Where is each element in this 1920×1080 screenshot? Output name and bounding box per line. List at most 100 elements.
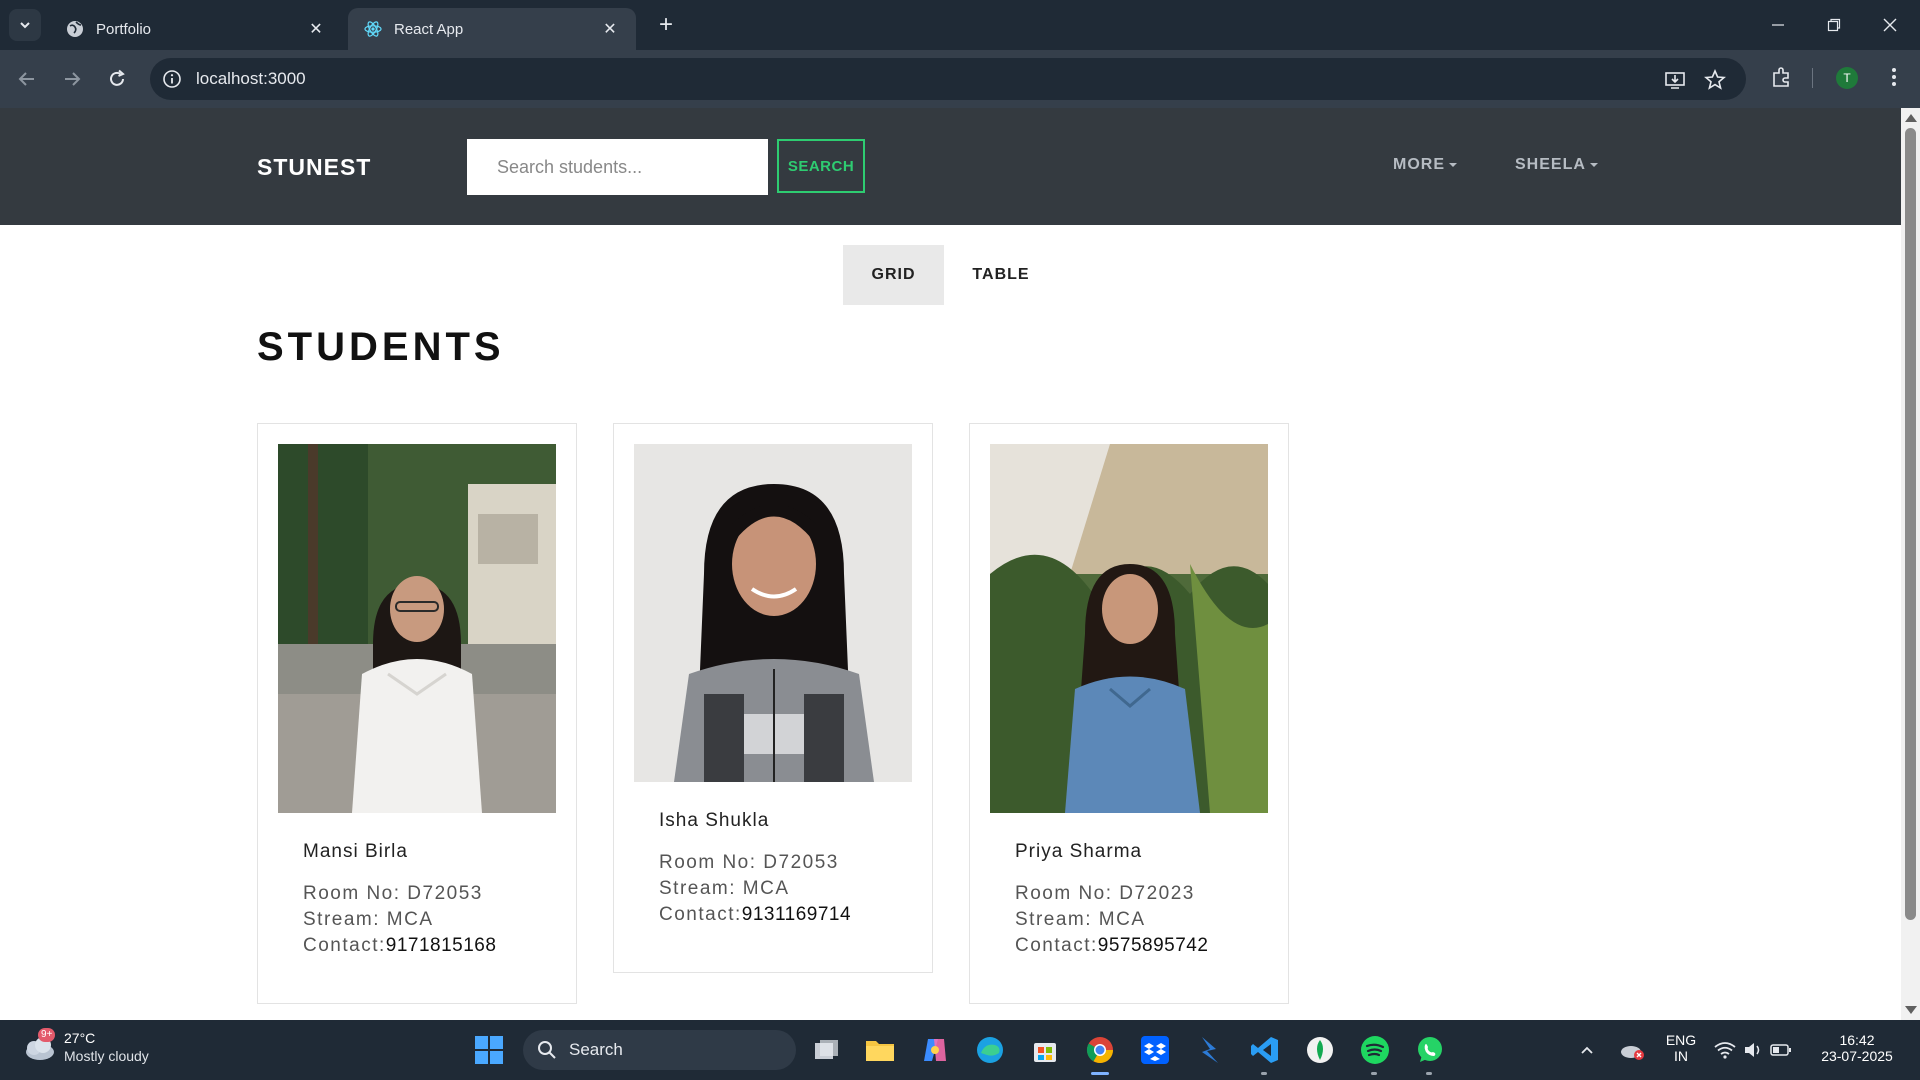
vscode-app[interactable] — [1249, 1034, 1281, 1066]
brand-logo[interactable]: STUNEST — [257, 154, 371, 181]
vscode-icon — [1251, 1037, 1278, 1063]
dropbox-app[interactable] — [1139, 1034, 1171, 1066]
student-contact: Contact:9131169714 — [659, 904, 851, 926]
contact-number: 9171815168 — [385, 935, 497, 956]
reload-icon — [110, 69, 125, 86]
bookmark-star-icon[interactable] — [1704, 69, 1726, 91]
toolbar-divider — [1812, 68, 1813, 88]
student-room: Room No: D72053 — [303, 883, 483, 904]
start-button[interactable] — [473, 1034, 505, 1066]
cloud-error-icon — [1621, 1046, 1644, 1060]
page-title: STUDENTS — [257, 325, 505, 369]
search-input[interactable] — [467, 139, 768, 195]
scroll-up-arrow[interactable] — [1905, 114, 1917, 122]
taskbar-search[interactable]: Search — [523, 1030, 796, 1070]
close-icon[interactable]: ✕ — [600, 19, 620, 39]
task-view-icon — [815, 1040, 838, 1059]
student-photo — [278, 444, 556, 813]
student-room: Room No: D72053 — [659, 852, 839, 873]
clock-time: 16:42 — [1839, 1032, 1875, 1048]
close-window-button[interactable] — [1870, 10, 1910, 40]
forward-button[interactable] — [57, 64, 87, 94]
student-name: Isha Shukla — [659, 810, 770, 831]
show-hidden-icons-button[interactable] — [1575, 1034, 1599, 1066]
student-card[interactable]: Mansi Birla Room No: D72053 Stream: MCA … — [257, 423, 577, 1004]
language-indicator[interactable]: ENG IN — [1660, 1032, 1702, 1064]
leaf-icon — [1307, 1037, 1333, 1063]
url-text[interactable]: localhost:3000 — [196, 69, 306, 89]
temperature: 27°C — [64, 1030, 96, 1046]
student-photo — [634, 444, 912, 782]
tab-search-button[interactable] — [9, 9, 41, 41]
copilot-app[interactable] — [919, 1034, 951, 1066]
grid-view-button[interactable]: GRID — [843, 245, 944, 305]
copilot-icon — [924, 1039, 946, 1061]
page-viewport: STUNEST SEARCH MORE SHEELA GRID TABLE ST… — [0, 108, 1901, 1020]
store-app[interactable] — [1029, 1034, 1061, 1066]
whatsapp-running-indicator — [1426, 1072, 1432, 1075]
chrome-active-indicator — [1091, 1072, 1109, 1075]
caret-down-icon — [1449, 163, 1457, 167]
taskbar-search-label: Search — [569, 1040, 623, 1059]
edge-icon — [977, 1037, 1003, 1063]
whatsapp-icon — [1418, 1037, 1442, 1062]
view-toggle: GRID TABLE — [843, 245, 1058, 305]
extensions-icon[interactable] — [1770, 65, 1794, 89]
student-room: Room No: D72023 — [1015, 883, 1195, 904]
battery-tray[interactable] — [1768, 1034, 1794, 1066]
reload-button[interactable] — [102, 64, 132, 94]
student-photo — [990, 444, 1268, 813]
chrome-app[interactable] — [1084, 1034, 1116, 1066]
user-dropdown[interactable]: SHEELA — [1515, 156, 1598, 174]
restore-icon — [1827, 18, 1841, 32]
close-icon[interactable]: ✕ — [306, 19, 326, 39]
mongodb-compass-app[interactable] — [1304, 1034, 1336, 1066]
student-name: Priya Sharma — [1015, 841, 1143, 862]
caret-down-icon — [1589, 163, 1598, 167]
minimize-icon — [1772, 24, 1784, 26]
contact-label: Contact: — [1015, 935, 1098, 956]
page-scrollbar[interactable] — [1901, 108, 1920, 1020]
profile-avatar[interactable]: T — [1836, 67, 1858, 89]
student-card[interactable]: Priya Sharma Room No: D72023 Stream: MCA… — [969, 423, 1289, 1004]
lightning-icon — [1202, 1037, 1218, 1063]
kebab-menu-icon[interactable] — [1882, 65, 1906, 89]
table-view-button[interactable]: TABLE — [944, 245, 1058, 305]
react-icon — [364, 21, 382, 37]
edge-app[interactable] — [974, 1034, 1006, 1066]
wifi-tray[interactable] — [1712, 1034, 1738, 1066]
contact-number: 9575895742 — [1097, 935, 1209, 956]
file-explorer-app[interactable] — [864, 1034, 896, 1066]
tab-react-app[interactable]: React App ✕ — [348, 8, 636, 50]
more-dropdown-label: MORE — [1393, 156, 1445, 173]
student-card[interactable]: Isha Shukla Room No: D72053 Stream: MCA … — [613, 423, 933, 973]
student-stream: Stream: MCA — [303, 909, 434, 930]
battery-icon — [1770, 1044, 1791, 1056]
student-stream: Stream: MCA — [659, 878, 790, 899]
scroll-down-arrow[interactable] — [1905, 1006, 1917, 1014]
search-icon — [538, 1041, 556, 1059]
site-info-icon[interactable] — [162, 69, 182, 89]
contact-label: Contact: — [659, 904, 742, 925]
spotify-app[interactable] — [1359, 1034, 1391, 1066]
back-button[interactable] — [12, 64, 42, 94]
volume-tray[interactable] — [1740, 1034, 1766, 1066]
weather-widget[interactable]: 9+ 27°C Mostly cloudy — [20, 1028, 149, 1066]
restore-button[interactable] — [1814, 10, 1854, 40]
browser-tab-bar: Portfolio ✕ React App ✕ + — [0, 0, 1920, 50]
clock-date: 23-07-2025 — [1821, 1048, 1893, 1064]
task-view-button[interactable] — [810, 1034, 842, 1066]
minimize-button[interactable] — [1758, 10, 1798, 40]
scroll-thumb[interactable] — [1905, 128, 1916, 920]
whatsapp-app[interactable] — [1414, 1034, 1446, 1066]
power-automate-app[interactable] — [1194, 1034, 1226, 1066]
onedrive-tray[interactable] — [1618, 1034, 1646, 1066]
more-dropdown[interactable]: MORE — [1393, 156, 1457, 174]
tab-portfolio[interactable]: Portfolio ✕ — [50, 8, 342, 50]
address-bar[interactable]: localhost:3000 — [150, 58, 1746, 100]
browser-toolbar: localhost:3000 — [0, 50, 1920, 108]
install-app-icon[interactable] — [1664, 69, 1686, 91]
clock[interactable]: 16:42 23-07-2025 — [1812, 1032, 1902, 1064]
search-button[interactable]: SEARCH — [777, 139, 865, 193]
new-tab-button[interactable]: + — [652, 12, 680, 40]
